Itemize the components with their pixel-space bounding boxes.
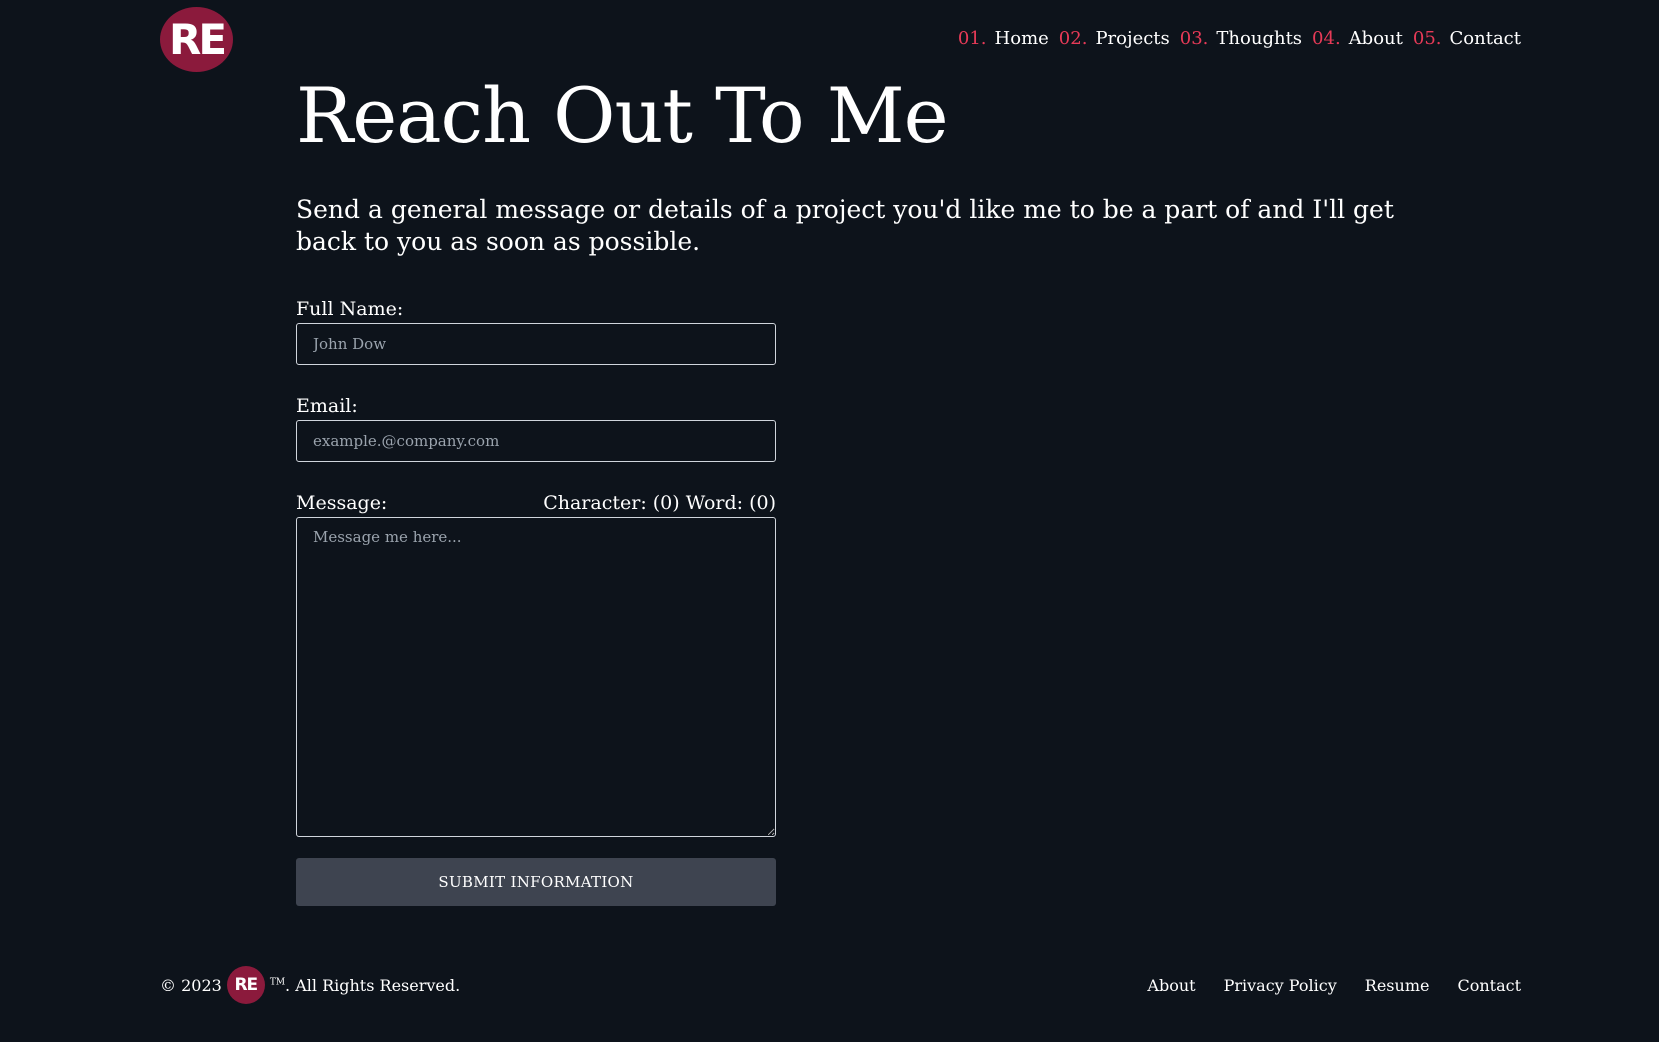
page-title: Reach Out To Me bbox=[296, 71, 949, 160]
nav-number: 02. bbox=[1058, 28, 1088, 49]
full-name-label: Full Name: bbox=[296, 298, 404, 320]
site-footer: © 2023 RE TM. All Rights Reserved. About… bbox=[160, 965, 1521, 1005]
full-name-input[interactable] bbox=[296, 323, 776, 365]
nav-number: 03. bbox=[1179, 28, 1209, 49]
footer-links: About Privacy Policy Resume Contact bbox=[1147, 976, 1521, 995]
name-group: Full Name: bbox=[296, 298, 776, 365]
nav-number: 05. bbox=[1412, 28, 1442, 49]
nav-item-about[interactable]: 04. About bbox=[1312, 28, 1403, 49]
email-input[interactable] bbox=[296, 420, 776, 462]
email-group: Email: bbox=[296, 395, 776, 462]
nav-label: Thoughts bbox=[1216, 28, 1303, 49]
message-header: Message: Character: (0) Word: (0) bbox=[296, 492, 776, 514]
logo-text: RE bbox=[168, 15, 227, 64]
message-label: Message: bbox=[296, 492, 388, 514]
footer-logo[interactable]: RE bbox=[226, 966, 265, 1004]
nav-label: About bbox=[1348, 28, 1403, 49]
site-header: RE 01. Home 02. Projects 03. Thoughts 04… bbox=[0, 0, 1659, 80]
main-nav: 01. Home 02. Projects 03. Thoughts 04. A… bbox=[958, 28, 1521, 49]
email-label: Email: bbox=[296, 395, 358, 417]
trademark: TM bbox=[269, 977, 286, 988]
footer-link-resume[interactable]: Resume bbox=[1365, 976, 1430, 995]
nav-label: Home bbox=[994, 28, 1049, 49]
footer-link-about[interactable]: About bbox=[1147, 976, 1195, 995]
page-subtitle: Send a general message or details of a p… bbox=[296, 194, 1394, 256]
nav-label: Contact bbox=[1449, 28, 1521, 49]
nav-item-thoughts[interactable]: 03. Thoughts bbox=[1180, 28, 1302, 49]
character-word-counter: Character: (0) Word: (0) bbox=[543, 492, 776, 514]
logo[interactable]: RE bbox=[160, 7, 233, 72]
message-textarea[interactable] bbox=[296, 517, 776, 837]
copyright: © 2023 RE TM. All Rights Reserved. bbox=[160, 966, 460, 1004]
submit-button[interactable]: SUBMIT INFORMATION bbox=[296, 858, 776, 906]
footer-logo-text: RE bbox=[234, 975, 258, 995]
nav-item-contact[interactable]: 05. Contact bbox=[1413, 28, 1521, 49]
nav-item-home[interactable]: 01. Home bbox=[958, 28, 1049, 49]
footer-link-contact[interactable]: Contact bbox=[1457, 976, 1521, 995]
nav-item-projects[interactable]: 02. Projects bbox=[1059, 28, 1170, 49]
copyright-suffix: . All Rights Reserved. bbox=[285, 975, 461, 995]
footer-link-privacy-policy[interactable]: Privacy Policy bbox=[1224, 976, 1337, 995]
nav-label: Projects bbox=[1095, 28, 1170, 49]
contact-form: Full Name: Email: Message: Character: (0… bbox=[296, 298, 776, 906]
nav-number: 04. bbox=[1312, 28, 1341, 49]
message-group: Message: Character: (0) Word: (0) bbox=[296, 492, 776, 841]
main-content: Reach Out To Me Send a general message o… bbox=[296, 71, 1396, 906]
nav-number: 01. bbox=[957, 28, 987, 49]
copyright-prefix: © 2023 bbox=[160, 975, 222, 995]
